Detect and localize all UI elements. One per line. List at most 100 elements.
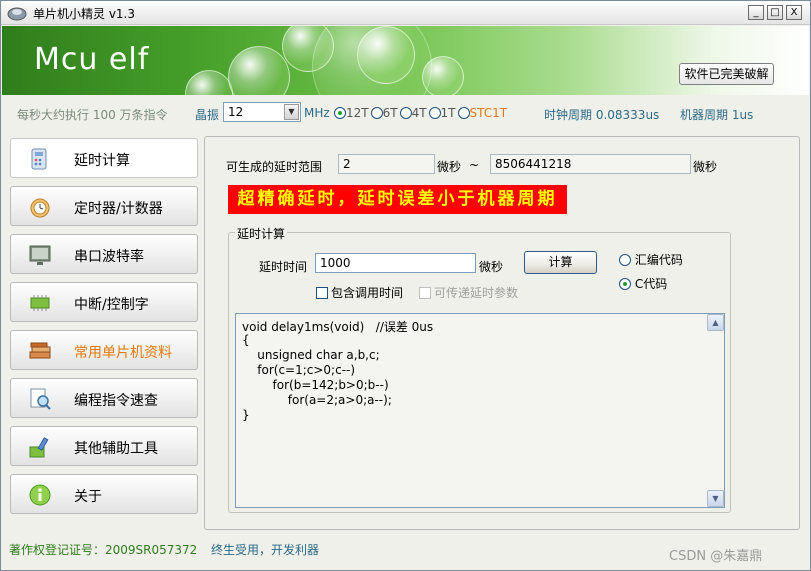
mode-option-stc1t[interactable]: STC1T — [457, 106, 507, 120]
sidebar-item-3[interactable]: 串口波特率 — [10, 234, 198, 274]
generated-code-textarea[interactable]: ▲ ▼ void delay1ms(void) //误差 0us{ unsign… — [235, 313, 725, 508]
include-call-option[interactable]: 包含调用时间 — [316, 284, 403, 301]
monitor-icon — [27, 243, 53, 267]
slogan-text: 终生受用，开发利器 — [211, 543, 320, 557]
machine-mode-radio-group: 12T 6T 4T 1T STC1T — [334, 106, 509, 120]
code-line: void delay1ms(void) //误差 0us — [242, 320, 434, 334]
bubble-decoration — [357, 26, 415, 84]
sidebar-item-label: 其他辅助工具 — [74, 441, 158, 457]
mode-label: 4T — [411, 106, 427, 120]
mode-radio[interactable] — [370, 107, 383, 119]
pass-param-option: 可传递延时参数 — [419, 284, 518, 301]
mode-option-1t[interactable]: 1T — [428, 106, 456, 120]
mode-label: 12T — [346, 106, 369, 120]
alarm-clock-icon — [27, 195, 53, 219]
bubble-decoration — [422, 56, 464, 95]
sidebar-item-label: 编程指令速查 — [74, 393, 158, 409]
pass-param-label: 可传递延时参数 — [434, 286, 519, 300]
bubble-decoration — [228, 46, 290, 95]
asm-code-label: 汇编代码 — [634, 253, 683, 267]
minimize-button[interactable]: _ — [748, 5, 764, 20]
sidebar-item-label: 关于 — [74, 489, 102, 505]
crack-status-button[interactable]: 软件已完美破解 — [679, 63, 774, 85]
mode-radio[interactable] — [334, 107, 346, 119]
range-label: 可生成的延时范围 — [226, 160, 323, 174]
pass-param-checkbox — [419, 287, 431, 299]
c-code-option[interactable]: C代码 — [619, 275, 667, 292]
window-title: 单片机小精灵 v1.3 — [33, 7, 136, 21]
scroll-down-icon[interactable]: ▼ — [707, 490, 724, 507]
chevron-down-icon[interactable]: ▼ — [284, 104, 299, 120]
range-min-field[interactable]: 2 — [338, 154, 435, 174]
maximize-button[interactable]: □ — [767, 5, 783, 20]
banner-title: Mcu elf — [34, 42, 150, 77]
calculate-button[interactable]: 计算 — [524, 251, 597, 274]
sidebar-item-8[interactable]: 关于 — [10, 474, 198, 514]
mode-option-4t[interactable]: 4T — [399, 106, 427, 120]
title-bar[interactable]: 单片机小精灵 v1.3 _ □ X — [1, 1, 810, 25]
scroll-up-icon[interactable]: ▲ — [707, 314, 724, 331]
calculator-icon — [27, 147, 53, 171]
code-line: for(a=2;a>0;a--); — [242, 393, 392, 407]
mode-label: 6T — [382, 106, 398, 120]
sidebar-item-4[interactable]: 中断/控制字 — [10, 282, 198, 322]
sidebar-item-label: 定时器/计数器 — [74, 201, 163, 217]
sidebar-item-1[interactable]: 延时计算 — [10, 138, 198, 178]
status-bar: 著作权登记证号：2009SR057372 终生受用，开发利器 CSDN @朱嘉鼎 — [1, 535, 810, 570]
asm-code-option[interactable]: 汇编代码 — [619, 251, 683, 268]
sidebar-item-7[interactable]: 其他辅助工具 — [10, 426, 198, 466]
code-line: { — [242, 333, 250, 347]
code-scrollbar[interactable]: ▲ ▼ — [707, 314, 724, 507]
sidebar-item-label: 中断/控制字 — [74, 297, 149, 313]
speed-text: 每秒大约执行 100 万条指令 — [17, 108, 168, 122]
sidebar-item-2[interactable]: 定时器/计数器 — [10, 186, 198, 226]
info-icon — [27, 483, 53, 507]
group-title: 延时计算 — [235, 225, 288, 242]
sidebar-item-6[interactable]: 编程指令速查 — [10, 378, 198, 418]
include-call-checkbox[interactable] — [316, 287, 328, 299]
include-call-label: 包含调用时间 — [331, 286, 404, 300]
app-logo-icon — [7, 7, 27, 21]
crystal-frequency-select[interactable]: 12 ▼ — [223, 102, 301, 122]
machine-period-text: 机器周期 1us — [680, 108, 754, 122]
code-line: for(c=1;c>0;c--) — [242, 363, 356, 377]
mode-option-6t[interactable]: 6T — [370, 106, 398, 120]
c-code-radio[interactable] — [619, 278, 631, 290]
copyright-text: 著作权登记证号：2009SR057372 — [9, 543, 198, 557]
watermark-text: CSDN @朱嘉鼎 — [669, 549, 763, 564]
chip-icon — [27, 291, 53, 315]
books-icon — [27, 339, 53, 363]
range-max-field[interactable]: 8506441218 — [490, 154, 691, 174]
sidebar-item-5[interactable]: 常用单片机资料 — [10, 330, 198, 370]
delay-time-input[interactable]: 1000 — [315, 253, 476, 273]
range-unit-max: 微秒 — [693, 160, 718, 174]
clock-period-text: 时钟周期 0.08333us — [544, 108, 660, 122]
sidebar-item-label: 串口波特率 — [74, 249, 144, 265]
close-button[interactable]: X — [786, 5, 802, 20]
range-unit-min: 微秒 — [437, 160, 462, 174]
range-separator: ~ — [469, 158, 480, 172]
mode-label: 1T — [440, 106, 456, 120]
mode-radio[interactable] — [399, 107, 412, 119]
mode-option-12t[interactable]: 12T — [334, 106, 369, 120]
tools-icon — [27, 435, 53, 459]
c-code-label: C代码 — [634, 277, 668, 291]
sidebar-item-label: 常用单片机资料 — [74, 345, 172, 361]
app-window: 单片机小精灵 v1.3 _ □ X Mcu elf 软件已完美破解 每秒大约执行… — [0, 0, 811, 571]
bubble-decoration — [185, 70, 233, 95]
delay-calc-group: 延时计算 延时时间 1000 微秒 计算 汇编代码 C代码 包含调用时间 可传递… — [228, 225, 731, 513]
mode-radio[interactable] — [457, 107, 470, 119]
mhz-unit: MHz — [304, 106, 330, 120]
crystal-value: 12 — [228, 105, 244, 119]
crystal-label: 晶振 — [195, 108, 220, 122]
settings-bar: 每秒大约执行 100 万条指令 晶振 12 ▼ MHz 12T 6T 4T 1T STC… — [1, 101, 810, 127]
asm-code-radio[interactable] — [619, 254, 631, 266]
sidebar-item-label: 延时计算 — [74, 153, 130, 169]
header-banner: Mcu elf 软件已完美破解 — [2, 26, 809, 95]
delay-time-label: 延时时间 — [259, 260, 308, 274]
code-line: } — [242, 408, 250, 422]
code-line: for(b=142;b>0;b--) — [242, 378, 389, 392]
delay-time-unit: 微秒 — [479, 260, 504, 274]
code-line: unsigned char a,b,c; — [242, 348, 380, 362]
mode-radio[interactable] — [428, 107, 441, 119]
